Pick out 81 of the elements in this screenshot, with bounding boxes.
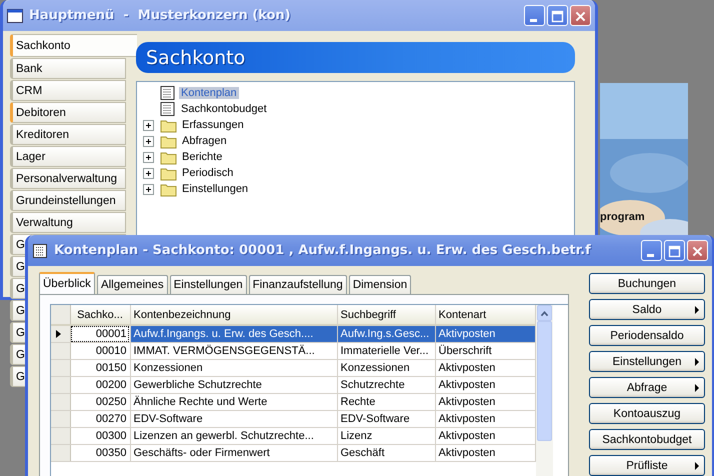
table-cell: Aktivposten — [435, 376, 535, 394]
tree-item[interactable]: Einstellungen — [180, 183, 250, 195]
column-header[interactable]: Suchbegriff — [337, 305, 435, 325]
folder-icon — [160, 166, 177, 180]
minimize-icon — [647, 254, 654, 257]
minimize-button[interactable] — [641, 240, 662, 261]
table-cell: Aktivposten — [435, 410, 535, 428]
window-title: Hauptmenü - Musterkonzern (kon) — [29, 8, 292, 23]
tree-item[interactable]: Sachkontobudget — [179, 103, 269, 115]
table-cell: Aktivposten — [435, 444, 535, 462]
action-button[interactable]: Einstellungen — [589, 351, 705, 372]
table-cell: Aufw.Ing.s.Gesc... — [337, 325, 435, 342]
table-cell: Geschäft — [337, 444, 435, 462]
tree-item[interactable]: Periodisch — [180, 167, 236, 179]
table-cell: Geschäfts- oder Firmenwert — [130, 444, 337, 462]
tree-item[interactable]: Berichte — [180, 151, 224, 163]
table-cell: Konzessionen — [130, 360, 337, 376]
folder-icon — [160, 182, 177, 196]
table-cell: Konzessionen — [337, 360, 435, 376]
tab[interactable]: Finanzaufstellung — [248, 275, 347, 294]
expand-icon[interactable] — [143, 184, 154, 194]
expand-icon[interactable] — [143, 120, 154, 130]
tree-item[interactable]: Erfassungen — [180, 119, 246, 131]
table-cell: 00350 — [70, 444, 130, 462]
table-cell: Überschrift — [435, 342, 535, 360]
table-cell: Rechte — [337, 394, 435, 410]
tree-item[interactable]: Abfragen — [180, 135, 229, 147]
list-document-icon — [32, 244, 48, 258]
action-button[interactable]: Prüfliste — [589, 455, 705, 476]
table-cell: Aktivposten — [435, 325, 535, 342]
action-button[interactable]: Periodensaldo — [589, 325, 705, 346]
table-cell: 00200 — [70, 376, 130, 394]
table-cell: EDV-Software — [337, 410, 435, 428]
table-cell: EDV-Software — [130, 410, 337, 428]
action-button[interactable]: Buchungen — [589, 273, 705, 294]
window-title: Kontenplan - Sachkonto: 00001 , Aufw.f.Ingangs. u. Erw. des Gesch.betr.f — [54, 243, 592, 258]
window-icon — [7, 8, 23, 22]
table-cell: Lizenz — [337, 428, 435, 444]
section-header: Sachkonto — [136, 42, 575, 73]
folder-icon — [160, 134, 177, 148]
table-cell: Ähnliche Rechte und Werte — [130, 394, 337, 410]
list-document-icon — [159, 101, 176, 117]
close-button[interactable] — [687, 240, 708, 261]
scrollbar-thumb[interactable] — [536, 321, 552, 441]
folder-icon — [160, 118, 177, 132]
expand-icon[interactable] — [143, 152, 154, 162]
tab[interactable]: Einstellungen — [170, 275, 247, 294]
action-button[interactable]: Abfrage — [589, 377, 705, 398]
table-cell: 00250 — [70, 394, 130, 410]
table-cell: Aufw.f.Ingangs. u. Erw. des Gesch.... — [130, 325, 337, 342]
table-cell: Schutzrechte — [337, 376, 435, 394]
list-document-icon — [159, 85, 176, 101]
column-header[interactable]: Sachko... — [70, 305, 130, 325]
table-cell: 00010 — [70, 342, 130, 360]
table-cell: Aktivposten — [435, 428, 535, 444]
table-cell: 00300 — [70, 428, 130, 444]
folder-icon — [160, 150, 177, 164]
table-cell: 00270 — [70, 410, 130, 428]
table-cell: IMMAT. VERMÖGENSGEGENSTÄ... — [130, 342, 337, 360]
column-header[interactable]: Kontenbezeichnung — [130, 305, 337, 325]
table-cell: 00150 — [70, 360, 130, 376]
action-button[interactable]: Sachkontobudget — [589, 429, 705, 450]
table-cell: Aktivposten — [435, 360, 535, 376]
tab[interactable]: Dimension — [348, 275, 412, 294]
action-button[interactable]: Saldo — [589, 299, 705, 320]
table-cell: 00001 — [70, 325, 130, 342]
table-cell: Gewerbliche Schutzrechte — [130, 376, 337, 394]
tree-item[interactable]: Kontenplan — [179, 87, 239, 99]
background-text: program — [600, 211, 645, 223]
column-header[interactable]: Kontenart — [435, 305, 535, 325]
expand-icon[interactable] — [143, 136, 154, 146]
table-cell: Immaterielle Ver... — [337, 342, 435, 360]
maximize-button[interactable] — [664, 240, 685, 261]
minimize-icon — [530, 19, 537, 22]
tab[interactable]: Überblick — [39, 272, 95, 294]
tab[interactable]: Allgemeines — [96, 275, 168, 294]
scroll-up-button[interactable] — [536, 305, 552, 321]
action-button[interactable]: Kontoauszug — [589, 403, 705, 424]
expand-icon[interactable] — [143, 168, 154, 178]
table-cell: Aktivposten — [435, 394, 535, 410]
table-cell: Lizenzen an gewerbl. Schutzrechte... — [130, 428, 337, 444]
